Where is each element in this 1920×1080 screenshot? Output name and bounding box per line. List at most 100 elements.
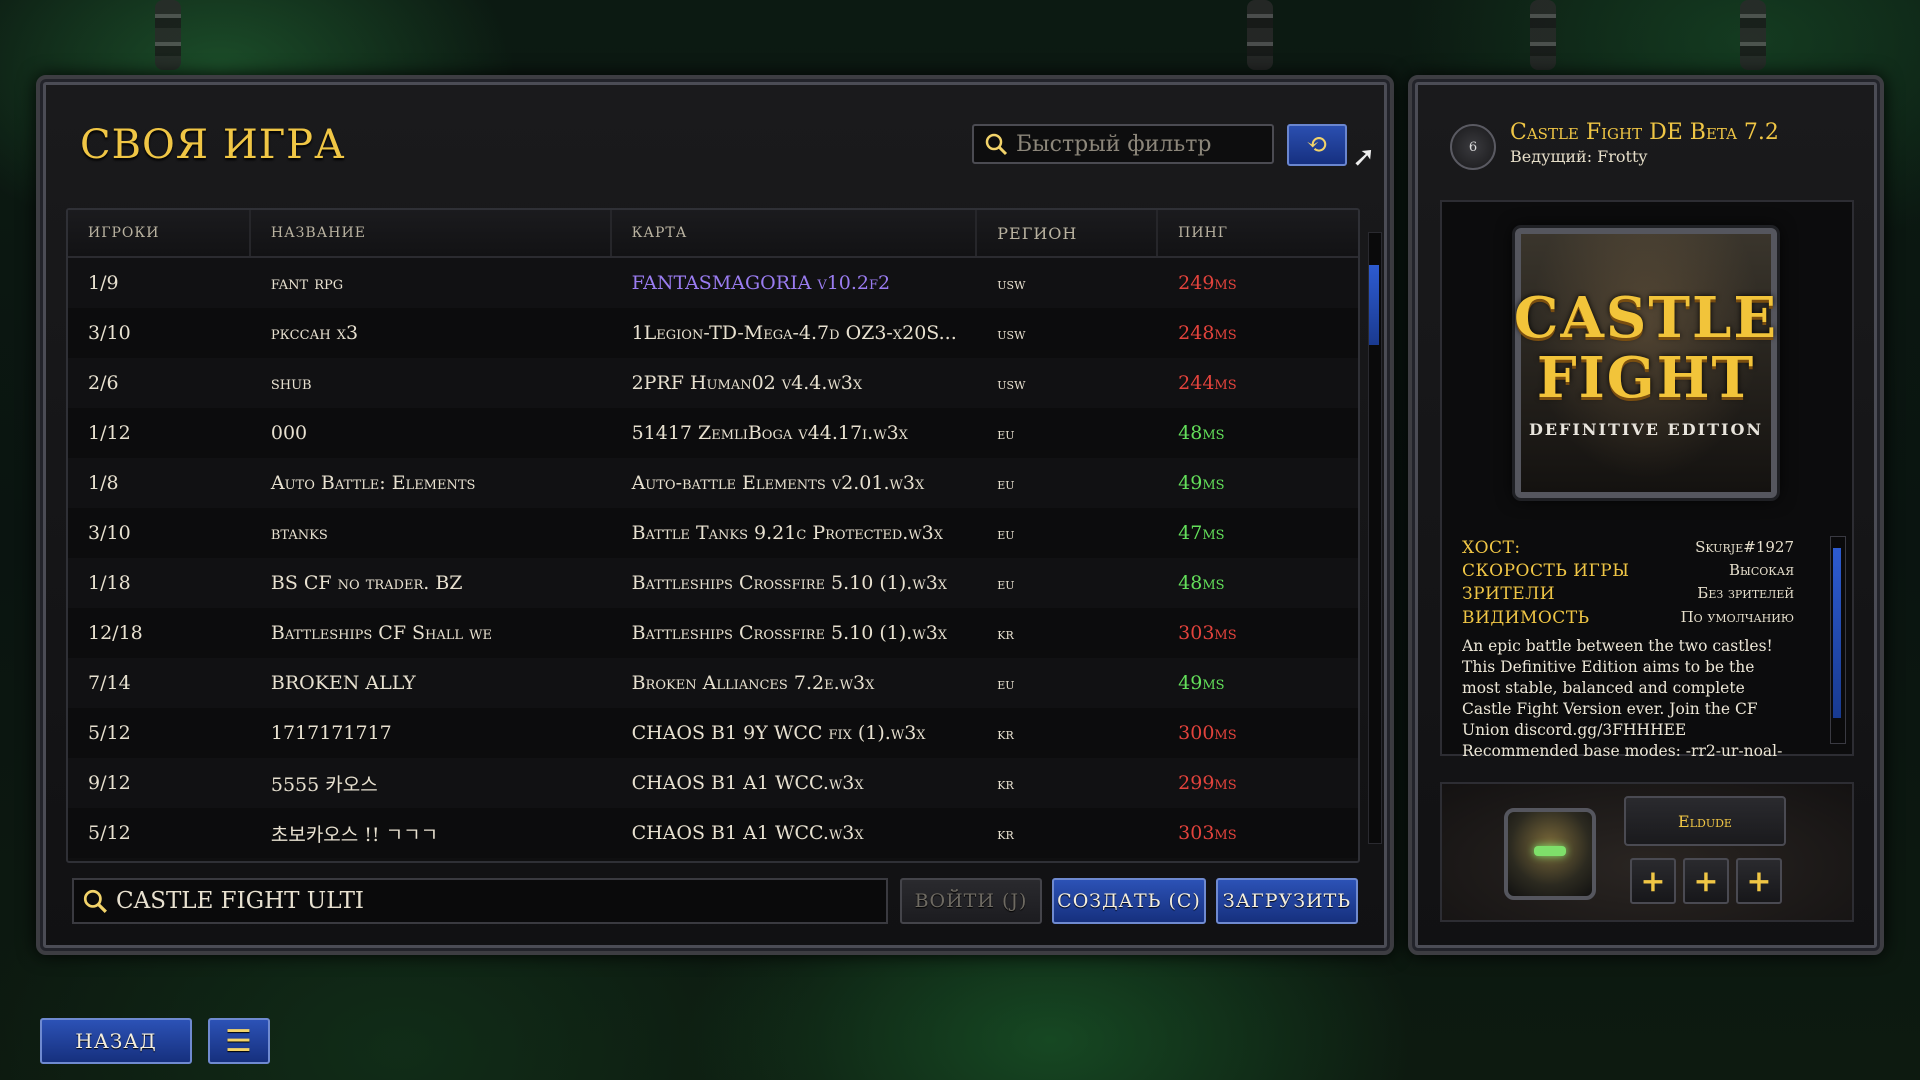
info-observers: ЗРИТЕЛИ Без зрителей — [1462, 584, 1794, 604]
cell-name: 5555 카오스 — [270, 773, 378, 796]
cell-map: 1Legion-TD-Mega-4.7d OZ3-x20S... — [631, 322, 957, 344]
cell-ping: 249ms — [1178, 272, 1237, 294]
table-row[interactable]: 3/10 btanks Battle Tanks 9.21c Protected.w… — [68, 508, 1358, 558]
back-button[interactable]: НАЗАД — [40, 1018, 192, 1064]
game-search-input[interactable] — [114, 887, 878, 915]
add-slot-button[interactable]: + — [1683, 858, 1729, 904]
cell-map: Battleships Crossfire 5.10 (1).w3x — [631, 622, 948, 644]
cell-players: 2/6 — [88, 372, 119, 394]
table-row[interactable]: 9/12 5555 카오스 CHAOS B1 A1 WCC.w3x kr 299ms — [68, 758, 1358, 808]
game-host: Ведущий: Frotty — [1510, 147, 1648, 166]
player-name[interactable]: Eldude — [1624, 796, 1786, 846]
cell-players: 5/12 — [88, 722, 131, 744]
join-button[interactable]: ВОЙТИ (J) — [900, 878, 1042, 924]
menu-button[interactable]: ☰ — [208, 1018, 270, 1064]
cell-players: 9/12 — [88, 772, 131, 794]
cell-region: usw — [997, 273, 1026, 293]
table-scrollbar-thumb[interactable] — [1369, 265, 1379, 345]
cell-ping: 299ms — [1178, 772, 1237, 794]
info-host: ХОСТ: Skurje#1927 — [1462, 538, 1794, 558]
chain-decoration — [1530, 0, 1556, 70]
table-row[interactable]: 1/18 BS CF no trader. BZ Battleships Cross… — [68, 558, 1358, 608]
menu-icon: ☰ — [225, 1023, 253, 1059]
lobby-badge-icon: 6 — [1450, 124, 1496, 170]
search-icon — [83, 889, 107, 913]
cell-map: Auto-battle Elements v2.01.w3x — [631, 472, 925, 494]
cell-name: 초보카오스 !! ㄱㄱㄱ — [270, 823, 439, 846]
cell-ping: 48ms — [1178, 572, 1225, 594]
quick-filter[interactable] — [972, 124, 1274, 164]
mouse-cursor-icon: ➚ — [1352, 140, 1376, 173]
table-row[interactable]: 5/12 초보카오스 !! ㄱㄱㄱ CHAOS B1 A1 WCC.w3x kr 303… — [68, 808, 1358, 858]
info-value: По умолчанию — [1680, 608, 1794, 626]
column-map[interactable]: КАРТА — [612, 210, 978, 256]
cell-region: eu — [997, 423, 1015, 443]
info-label: ЗРИТЕЛИ — [1462, 584, 1556, 604]
cell-players: 3/10 — [88, 322, 131, 344]
cell-region: kr — [997, 723, 1014, 743]
table-row[interactable]: 3/10 рксcан x3 1Legion-TD-Mega-4.7d OZ3-x2… — [68, 308, 1358, 358]
cell-name: Auto Battle: Elements — [270, 472, 476, 494]
map-logo-line2: FIGHT — [1536, 344, 1756, 411]
table-row[interactable]: 2/6 shub 2PRF Human02 v4.4.w3x usw 244ms — [68, 358, 1358, 408]
cell-region: kr — [997, 623, 1014, 643]
page-title: СВОЯ ИГРА — [80, 122, 346, 168]
cell-region: usw — [997, 323, 1026, 343]
info-label: СКОРОСТЬ ИГРЫ — [1462, 561, 1630, 581]
cell-map: FANTASMAGORIA v10.2f2 — [631, 272, 891, 294]
quick-filter-input[interactable] — [1014, 130, 1268, 158]
table-row[interactable]: 7/14 BROKEN ALLY Broken Alliances 7.2e.w3x… — [68, 658, 1358, 708]
game-search[interactable] — [72, 878, 888, 924]
map-logo-subtitle: DEFINITIVE EDITION — [1528, 419, 1764, 439]
cell-name: 1717171717 — [270, 722, 392, 744]
details-scrollbar-thumb[interactable] — [1833, 548, 1841, 718]
cell-players: 1/8 — [88, 472, 119, 494]
create-button[interactable]: СОЗДАТЬ (C) — [1052, 878, 1206, 924]
table-row[interactable]: 5/12 1717171717 CHAOS B1 9Y WCC fix (1).w3… — [68, 708, 1358, 758]
cell-players: 1/12 — [88, 422, 131, 444]
table-header: ИГРОКИ НАЗВАНИЕ КАРТА РЕГИОН ПИНГ — [68, 210, 1358, 258]
chain-decoration — [1247, 0, 1273, 70]
table-row[interactable]: 1/9 fant rpg FANTASMAGORIA v10.2f2 usw 249ms — [68, 258, 1358, 308]
cell-ping: 49ms — [1178, 672, 1225, 694]
cell-map: CHAOS B1 A1 WCC.w3x — [631, 772, 864, 794]
cell-players: 7/14 — [88, 672, 131, 694]
cell-map: CHAOS B1 9Y WCC fix (1).w3x — [631, 722, 926, 744]
info-label: ВИДИМОСТЬ — [1462, 608, 1590, 628]
table-row[interactable]: 12/18 Battleships CF Shall we Battleships … — [68, 608, 1358, 658]
info-visibility: ВИДИМОСТЬ По умолчанию — [1462, 608, 1794, 628]
column-name[interactable]: НАЗВАНИЕ — [251, 210, 612, 256]
cell-name: рксcан x3 — [270, 322, 359, 344]
cell-map: Battle Tanks 9.21c Protected.w3x — [631, 522, 944, 544]
column-region[interactable]: РЕГИОН — [977, 210, 1159, 256]
table-row[interactable]: 1/8 Auto Battle: Elements Auto-battle Elem… — [68, 458, 1358, 508]
cell-ping: 49ms — [1178, 472, 1225, 494]
player-avatar[interactable] — [1504, 808, 1596, 900]
info-label: ХОСТ: — [1462, 538, 1521, 558]
add-slot-button[interactable]: + — [1736, 858, 1782, 904]
cell-players: 1/9 — [88, 272, 119, 294]
cell-ping: 47ms — [1178, 522, 1225, 544]
game-description: An epic battle between the two castles! … — [1462, 637, 1783, 758]
cell-ping: 303ms — [1178, 622, 1237, 644]
search-icon — [985, 133, 1008, 156]
cell-name: btanks — [270, 522, 328, 544]
cell-ping: 300ms — [1178, 722, 1237, 744]
info-speed: СКОРОСТЬ ИГРЫ Высокая — [1462, 561, 1794, 581]
info-value: Без зрителей — [1697, 584, 1794, 602]
cell-map: 51417 ZemliBoga v44.17i.w3x — [631, 422, 908, 444]
load-button[interactable]: ЗАГРУЗИТЬ — [1216, 878, 1358, 924]
cell-map: 2PRF Human02 v4.4.w3x — [631, 372, 863, 394]
column-ping[interactable]: ПИНГ — [1158, 210, 1358, 256]
column-players[interactable]: ИГРОКИ — [68, 210, 251, 256]
add-slot-button[interactable]: + — [1630, 858, 1676, 904]
cell-ping: 248ms — [1178, 322, 1237, 344]
cell-region: eu — [997, 673, 1015, 693]
cell-region: kr — [997, 823, 1014, 843]
cell-map: Battleships Crossfire 5.10 (1).w3x — [631, 572, 948, 594]
table-row[interactable]: 1/12 000 51417 ZemliBoga v44.17i.w3x eu 48ms — [68, 408, 1358, 458]
cell-map: CHAOS B1 A1 WCC.w3x — [631, 822, 864, 844]
cell-name: shub — [270, 372, 312, 394]
cell-name: Battleships CF Shall we — [270, 622, 492, 644]
refresh-button[interactable]: ⟲ — [1287, 124, 1347, 166]
